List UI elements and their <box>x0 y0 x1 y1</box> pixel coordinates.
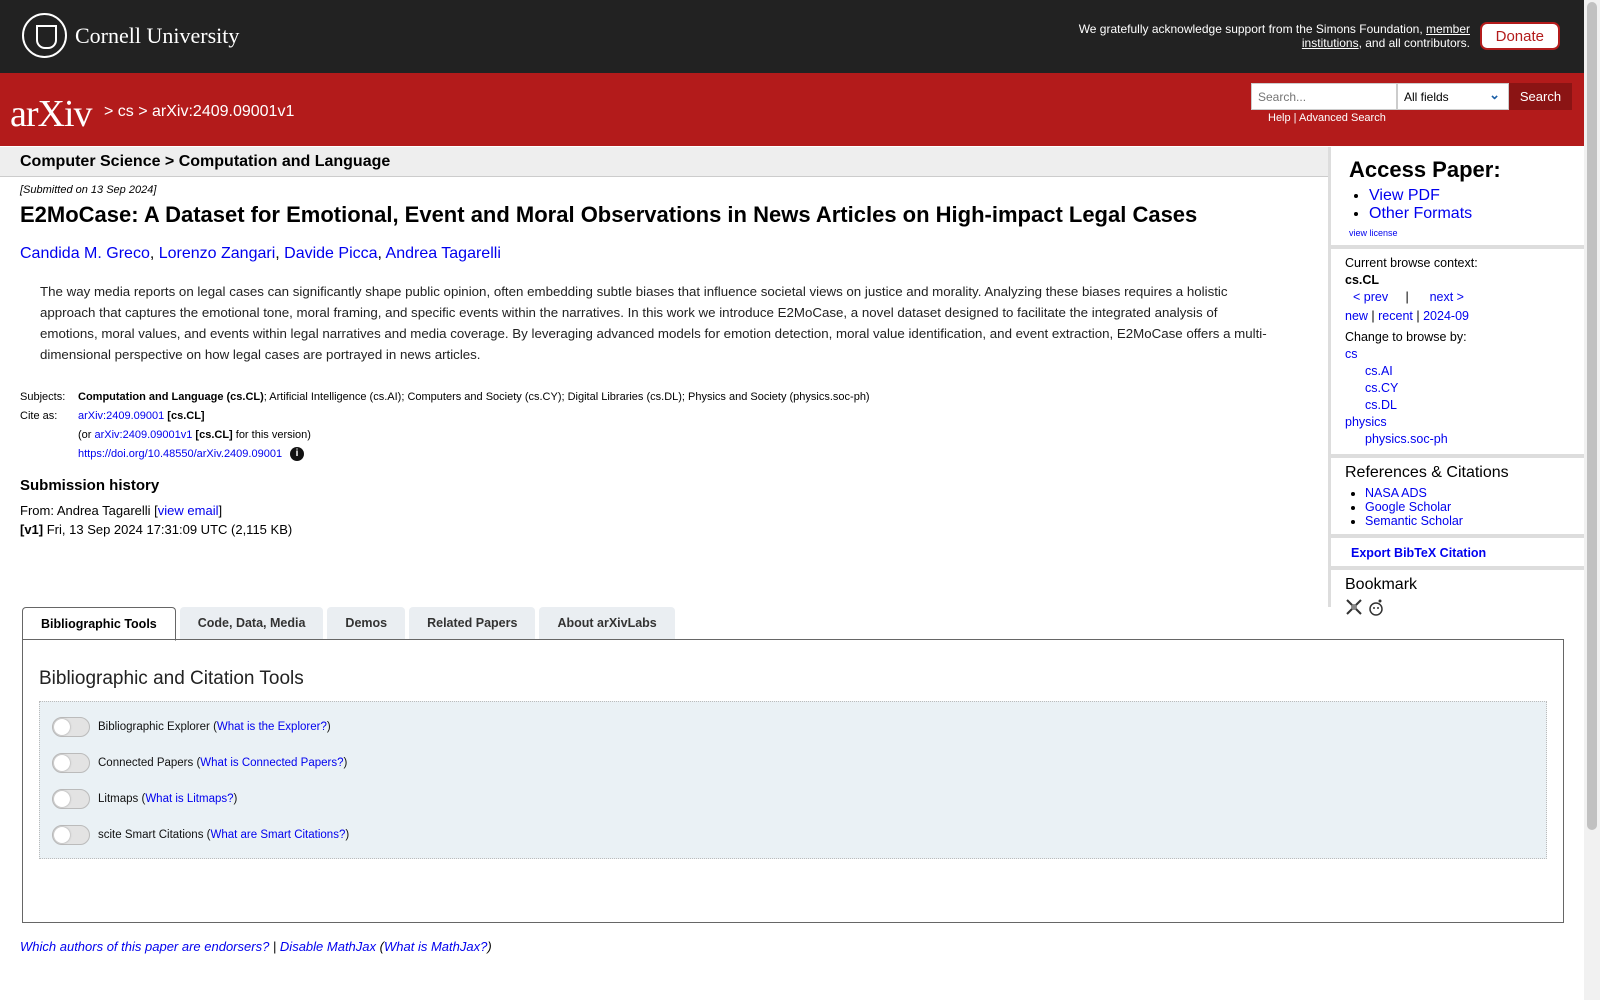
tab-about-arxivlabs[interactable]: About arXivLabs <box>539 607 675 639</box>
search-field-select[interactable]: All fields ⌄ <box>1397 83 1509 110</box>
endorsers-link[interactable]: Which authors of this paper are endorser… <box>20 939 269 954</box>
browse-physics-soc-link[interactable]: physics.soc-ph <box>1365 432 1448 446</box>
tools-panel: Bibliographic and Citation Tools Bibliog… <box>22 639 1564 923</box>
footer-links: Which authors of this paper are endorser… <box>20 939 492 954</box>
tab-code-data-media[interactable]: Code, Data, Media <box>179 607 324 639</box>
info-icon[interactable]: i <box>290 447 305 462</box>
primary-subject: Computation and Language (cs.CL) <box>78 391 264 403</box>
month-link[interactable]: 2024-09 <box>1423 309 1469 323</box>
labs-tabs: Bibliographic Tools Code, Data, Media De… <box>22 607 675 641</box>
semantic-scholar-link[interactable]: Semantic Scholar <box>1365 514 1463 528</box>
subject-header: Computer Science > Computation and Langu… <box>0 147 1328 177</box>
cornell-banner: Cornell University We gratefully acknowl… <box>0 0 1584 73</box>
references-heading: References & Citations <box>1345 464 1509 481</box>
bookmark-box: Bookmark <box>1331 570 1586 622</box>
help-link[interactable]: Help <box>1268 112 1291 124</box>
tool-row: Bibliographic Explorer (What is the Expl… <box>52 717 331 737</box>
support-text: We gratefully acknowledge support from t… <box>1078 22 1470 50</box>
submission-date: [Submitted on 13 Sep 2024] <box>20 184 157 196</box>
view-license-link[interactable]: view license <box>1345 228 1398 238</box>
cite-label: Cite as: <box>20 410 58 422</box>
author-link[interactable]: Davide Picca <box>284 245 377 262</box>
tab-related-papers[interactable]: Related Papers <box>409 607 536 639</box>
export-box: Export BibTeX Citation <box>1331 538 1586 570</box>
arxiv-logo[interactable]: arXiv <box>10 92 93 136</box>
tool-row: Connected Papers (What is Connected Pape… <box>52 753 347 773</box>
scrollbar-thumb[interactable] <box>1587 2 1597 830</box>
access-paper-heading: Access Paper: <box>1349 157 1501 182</box>
sidebar: Access Paper: View PDF Other Formats vie… <box>1328 147 1586 616</box>
breadcrumb[interactable]: > cs > arXiv:2409.09001v1 <box>104 103 294 121</box>
subjects-label: Subjects: <box>20 391 66 403</box>
google-scholar-link[interactable]: Google Scholar <box>1365 500 1451 514</box>
context-value: cs.CL <box>1345 273 1380 287</box>
browse-context-box: Current browse context: cs.CL < prev | n… <box>1331 249 1586 458</box>
browse-physics-link[interactable]: physics <box>1345 415 1387 429</box>
author-list: Candida M. Greco, Lorenzo Zangari, David… <box>20 245 501 262</box>
browse-cs-cy-link[interactable]: cs.CY <box>1365 381 1398 395</box>
chevron-down-icon: ⌄ <box>1489 87 1500 102</box>
other-formats-link[interactable]: Other Formats <box>1369 205 1472 222</box>
view-pdf-link[interactable]: View PDF <box>1369 187 1440 204</box>
browse-cs-link[interactable]: cs <box>1345 347 1358 361</box>
metadata-table: Subjects: Computation and Language (cs.CL… <box>20 388 870 464</box>
paper-title: E2MoCase: A Dataset for Emotional, Event… <box>20 202 1198 227</box>
tab-bibliographic-tools[interactable]: Bibliographic Tools <box>22 607 176 641</box>
scite-help-link[interactable]: What are Smart Citations? <box>210 829 345 841</box>
litmaps-help-link[interactable]: What is Litmaps? <box>145 793 233 805</box>
browse-cs-ai-link[interactable]: cs.AI <box>1365 364 1393 378</box>
recent-link[interactable]: recent <box>1378 309 1413 323</box>
advanced-search-link[interactable]: Advanced Search <box>1299 112 1386 124</box>
what-is-mathjax-link[interactable]: What is MathJax? <box>384 939 487 954</box>
help-links: Help | Advanced Search <box>1268 112 1386 124</box>
abstract: The way media reports on legal cases can… <box>40 284 1267 362</box>
tab-demos[interactable]: Demos <box>327 607 406 639</box>
tool-row: scite Smart Citations (What are Smart Ci… <box>52 825 349 845</box>
browse-cs-dl-link[interactable]: cs.DL <box>1365 398 1397 412</box>
prev-link[interactable]: < prev <box>1353 290 1388 304</box>
reddit-icon[interactable] <box>1367 598 1385 616</box>
cornell-seal-icon <box>22 13 67 58</box>
author-link[interactable]: Lorenzo Zangari <box>159 245 276 262</box>
view-email-link[interactable]: view email <box>158 503 219 518</box>
references-box: References & Citations NASA ADS Google S… <box>1331 458 1586 538</box>
scite-toggle[interactable] <box>52 825 90 845</box>
cite-id-link[interactable]: arXiv:2409.09001 <box>78 410 164 422</box>
donate-button[interactable]: Donate <box>1479 22 1560 50</box>
search-input[interactable] <box>1251 83 1397 110</box>
disable-mathjax-link[interactable]: Disable MathJax <box>280 939 376 954</box>
version-entry: [v1] Fri, 13 Sep 2024 17:31:09 UTC (2,11… <box>20 522 293 537</box>
tools-list: Bibliographic Explorer (What is the Expl… <box>39 701 1547 859</box>
access-paper-box: Access Paper: View PDF Other Formats vie… <box>1331 147 1586 249</box>
bibsonomy-icon[interactable] <box>1345 598 1363 616</box>
submitter: From: Andrea Tagarelli [view email] <box>20 503 223 518</box>
doi-link[interactable]: https://doi.org/10.48550/arXiv.2409.0900… <box>78 448 282 460</box>
export-bibtex-link[interactable]: Export BibTeX Citation <box>1345 546 1486 560</box>
litmaps-toggle[interactable] <box>52 789 90 809</box>
nasa-ads-link[interactable]: NASA ADS <box>1365 486 1427 500</box>
cite-version-link[interactable]: arXiv:2409.09001v1 <box>95 429 193 441</box>
tool-row: Litmaps (What is Litmaps?) <box>52 789 237 809</box>
author-link[interactable]: Andrea Tagarelli <box>386 245 501 262</box>
cornell-name: Cornell University <box>75 22 240 48</box>
tools-heading: Bibliographic and Citation Tools <box>39 668 304 689</box>
new-link[interactable]: new <box>1345 309 1368 323</box>
author-link[interactable]: Candida M. Greco <box>20 245 150 262</box>
connected-papers-help-link[interactable]: What is Connected Papers? <box>200 757 343 769</box>
connected-papers-toggle[interactable] <box>52 753 90 773</box>
search-button[interactable]: Search <box>1509 83 1572 110</box>
next-link[interactable]: next > <box>1430 290 1464 304</box>
other-subjects: ; Artificial Intelligence (cs.AI); Compu… <box>263 391 870 403</box>
cornell-logo[interactable]: Cornell University <box>22 13 239 58</box>
submission-history-heading: Submission history <box>20 477 160 494</box>
explorer-help-link[interactable]: What is the Explorer? <box>217 721 327 733</box>
bookmark-heading: Bookmark <box>1345 576 1418 593</box>
explorer-toggle[interactable] <box>52 717 90 737</box>
